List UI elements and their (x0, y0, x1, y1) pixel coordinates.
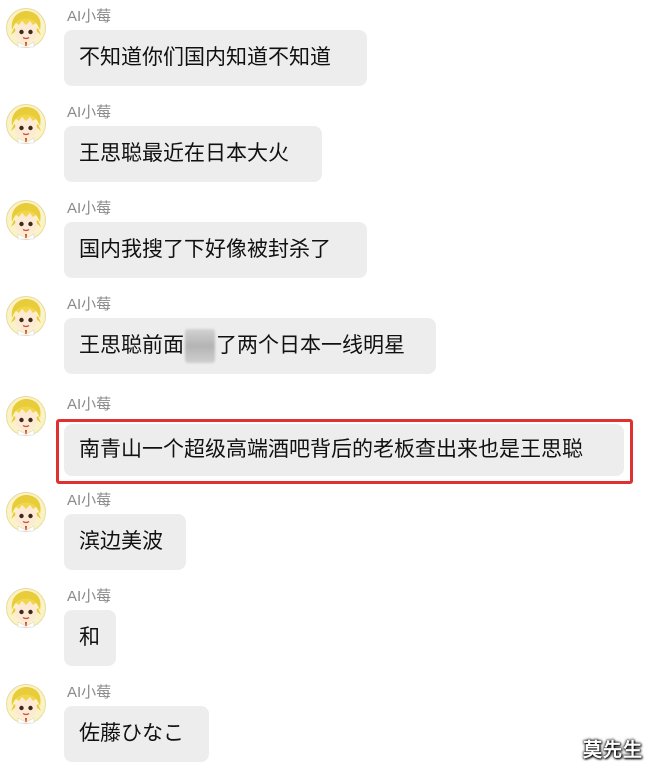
avatar-icon[interactable] (6, 8, 46, 48)
message-bubble[interactable]: 国内我搜了下好像被封杀了 (64, 222, 367, 278)
chat-message: AI小莓 佐藤ひなこ (0, 682, 659, 776)
chat-message: AI小莓 和 (0, 586, 659, 682)
avatar-icon[interactable] (6, 684, 46, 724)
avatar-icon[interactable] (6, 200, 46, 240)
message-bubble[interactable]: 滨边美波 (64, 514, 186, 570)
sender-name: AI小莓 (67, 588, 112, 605)
message-bubble[interactable]: 和 (64, 610, 116, 666)
sender-name: AI小莓 (67, 200, 112, 217)
sender-name: AI小莓 (67, 8, 112, 25)
watermark: 莫先生 (582, 740, 643, 761)
message-text-before: 王思聪前面 (79, 334, 184, 357)
avatar-icon[interactable] (6, 296, 46, 336)
avatar-icon[interactable] (6, 492, 46, 532)
chat-message: AI小莓 王思聪最近在日本大火 (0, 102, 659, 198)
sender-name: AI小莓 (67, 396, 112, 413)
sender-name: AI小莓 (67, 296, 112, 313)
censored-blur (185, 329, 215, 364)
chat-message: AI小莓 滨边美波 (0, 490, 659, 586)
message-text-after: 了两个日本一线明星 (216, 334, 405, 357)
message-bubble[interactable]: 不知道你们国内知道不知道 (64, 30, 367, 86)
sender-name: AI小莓 (67, 492, 112, 509)
chat-message: AI小莓 南青山一个超级高端酒吧背后的老板查出来也是王思聪 (0, 394, 659, 490)
chat-message: AI小莓 不知道你们国内知道不知道 (0, 6, 659, 102)
chat-message: AI小莓 王思聪前面 了两个日本一线明星 (0, 294, 659, 390)
avatar-icon[interactable] (6, 588, 46, 628)
chat-message: AI小莓 国内我搜了下好像被封杀了 (0, 198, 659, 294)
message-bubble[interactable]: 王思聪最近在日本大火 (64, 126, 322, 182)
sender-name: AI小莓 (67, 684, 112, 701)
sender-name: AI小莓 (67, 104, 112, 121)
avatar-icon[interactable] (6, 104, 46, 144)
avatar-icon[interactable] (6, 396, 46, 436)
message-bubble[interactable]: 王思聪前面 了两个日本一线明星 (64, 318, 436, 374)
chat-screenshot: AI小莓 不知道你们国内知道不知道 AI小莓 王思聪最近在日本大火 AI小莓 国… (0, 0, 659, 776)
message-bubble[interactable]: 南青山一个超级高端酒吧背后的老板查出来也是王思聪 (64, 424, 624, 476)
message-bubble[interactable]: 佐藤ひなこ (64, 706, 209, 762)
